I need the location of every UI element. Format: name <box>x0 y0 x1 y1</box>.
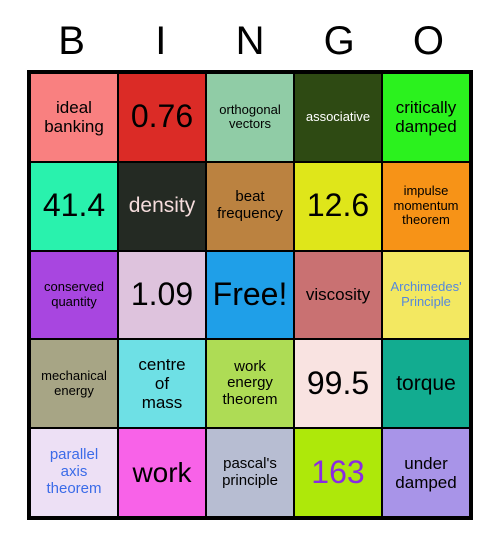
bingo-cell[interactable]: critically damped <box>382 73 470 162</box>
bingo-header-letter-i: I <box>155 19 167 63</box>
bingo-cell-label: mechanical energy <box>41 368 107 398</box>
bingo-cell-label: critically damped <box>395 98 457 137</box>
bingo-cell[interactable]: impulse momentum theorem <box>382 161 470 251</box>
bingo-cell-label: 1.09 <box>130 276 194 313</box>
bingo-cell-label: torque <box>396 372 456 396</box>
bingo-cell[interactable]: 1.09 <box>118 250 206 340</box>
bingo-cell-label: density <box>128 194 196 218</box>
bingo-cell-label: centre of mass <box>138 355 186 413</box>
bingo-cell-label: parallel axis theorem <box>46 446 102 497</box>
bingo-cell[interactable]: associative <box>294 73 382 162</box>
bingo-cell[interactable]: under damped <box>382 428 470 517</box>
bingo-cell[interactable]: mechanical energy <box>30 339 118 429</box>
bingo-cell[interactable]: work energy theorem <box>206 339 294 429</box>
bingo-cell-label: impulse momentum theorem <box>393 183 459 228</box>
bingo-cell[interactable]: 12.6 <box>294 161 382 251</box>
bingo-grid: ideal banking 0.76 orthogonal vectors assoc… <box>27 70 473 520</box>
bingo-cell-label: associative <box>305 109 371 125</box>
bingo-cell-label: work <box>132 456 192 488</box>
bingo-cell-label: beat frequency <box>217 188 283 223</box>
bingo-cell-label: conserved quantity <box>44 279 104 309</box>
bingo-cell[interactable]: density <box>118 161 206 251</box>
bingo-cell[interactable]: ideal banking <box>30 73 118 162</box>
bingo-cell[interactable]: conserved quantity <box>30 250 118 340</box>
bingo-cell[interactable]: viscosity <box>294 250 382 340</box>
bingo-cell-label: 99.5 <box>306 364 370 401</box>
bingo-cell-label: Archimedes' Principle <box>390 279 462 309</box>
bingo-header-letter-n: N <box>235 19 265 63</box>
bingo-cell[interactable]: 0.76 <box>118 73 206 162</box>
bingo-cell[interactable]: 163 <box>294 428 382 517</box>
bingo-cell[interactable]: pascal's principle <box>206 428 294 517</box>
bingo-cell-label: pascal's principle <box>222 454 278 489</box>
bingo-free-cell[interactable]: Free! <box>206 250 294 340</box>
bingo-card: B I N G O ideal banking 0.76 orthogonal ve… <box>0 0 501 544</box>
bingo-cell[interactable]: centre of mass <box>118 339 206 429</box>
bingo-header-letter-o: O <box>412 19 444 63</box>
bingo-cell[interactable]: beat frequency <box>206 161 294 251</box>
bingo-cell-label: 41.4 <box>42 187 106 224</box>
bingo-cell-label: 163 <box>311 453 365 490</box>
bingo-cell[interactable]: torque <box>382 339 470 429</box>
bingo-header-letter-g: G <box>323 19 355 63</box>
bingo-cell[interactable]: 41.4 <box>30 161 118 251</box>
bingo-cell-label: 0.76 <box>130 98 194 135</box>
bingo-cell-label: ideal banking <box>44 98 104 137</box>
bingo-cell[interactable]: 99.5 <box>294 339 382 429</box>
bingo-cell-label: viscosity <box>305 285 371 305</box>
bingo-cell[interactable]: orthogonal vectors <box>206 73 294 162</box>
bingo-cell-label: 12.6 <box>306 187 370 224</box>
bingo-cell-label: Free! <box>212 276 288 313</box>
bingo-cell[interactable]: work <box>118 428 206 517</box>
bingo-cell-label: under damped <box>395 453 457 492</box>
bingo-cell-label: orthogonal vectors <box>219 101 281 132</box>
bingo-cell[interactable]: parallel axis theorem <box>30 428 118 517</box>
bingo-cell-label: work energy theorem <box>222 357 278 409</box>
bingo-header-row: B I N G O <box>27 12 473 70</box>
bingo-cell[interactable]: Archimedes' Principle <box>382 250 470 340</box>
bingo-header-letter-b: B <box>58 19 85 63</box>
